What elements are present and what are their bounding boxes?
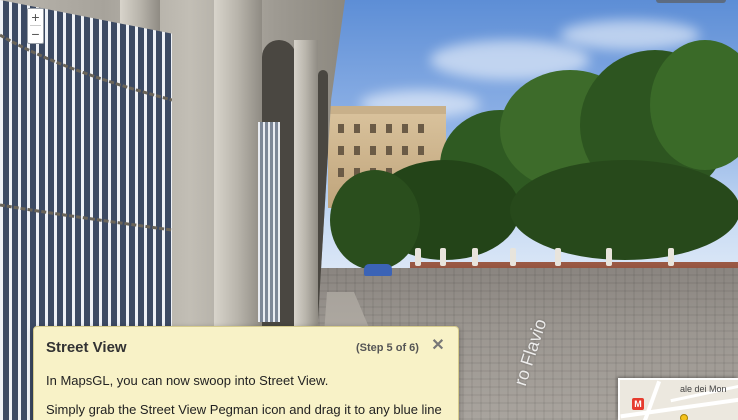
close-icon[interactable]: ✕ (430, 338, 446, 354)
arch-gate (258, 122, 280, 322)
step-indicator: (Step 5 of 6) (356, 342, 419, 354)
bollard (606, 248, 612, 266)
panel-header: Street View (Step 5 of 6) ✕ (46, 338, 450, 359)
zoom-in-button[interactable]: + (28, 9, 43, 25)
bollard (555, 248, 561, 266)
metro-icon: M (632, 398, 644, 410)
zoom-control: + − (27, 8, 44, 44)
bollard (668, 248, 674, 266)
street-view-canvas[interactable]: + − ro Flavio Street View (Step 5 of 6) … (0, 0, 738, 420)
bollard (440, 248, 446, 266)
bollard (415, 248, 421, 266)
panel-paragraph: In MapsGL, you can now swoop into Street… (46, 373, 329, 388)
zoom-out-button[interactable]: − (28, 26, 43, 42)
trees (330, 40, 738, 280)
minimap-street-label: ale dei Mon (680, 384, 727, 394)
panel-tab (656, 0, 726, 3)
panel-paragraph: Simply grab the Street View Pegman icon … (46, 402, 442, 417)
bollard (510, 248, 516, 266)
minus-icon: − (31, 26, 40, 42)
plus-icon: + (31, 9, 40, 25)
tour-step-panel: Street View (Step 5 of 6) ✕ In MapsGL, y… (33, 326, 459, 420)
panel-title: Street View (46, 339, 127, 356)
bollard (472, 248, 478, 266)
parked-car (364, 264, 392, 276)
minimap[interactable]: ale dei Mon M (618, 378, 738, 420)
pegman-icon[interactable] (680, 414, 688, 420)
